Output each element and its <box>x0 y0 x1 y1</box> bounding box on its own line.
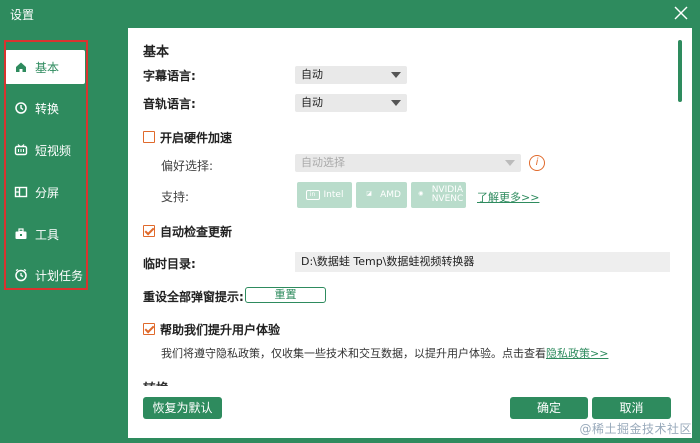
settings-panel: 基本 字幕语言: 自动 音轨语言: 自动 开启硬件加速 偏好选择: 自动选择 i… <box>128 28 692 438</box>
amd-logo-icon: ◪ <box>366 190 372 197</box>
improve-experience-checkbox[interactable] <box>143 323 155 335</box>
reset-button[interactable]: 重置 <box>245 287 326 303</box>
preference-select[interactable]: 自动选择 <box>295 154 521 172</box>
sidebar: 基本 转换 短视频 分屏 工具 计划任务 <box>0 28 128 443</box>
reset-popups-label: 重设全部弹窗提示: <box>143 290 244 304</box>
chevron-down-icon <box>391 100 401 106</box>
sidebar-item-label: 转换 <box>35 101 60 116</box>
privacy-note: 我们将遵守隐私政策，仅收集一些技术和交互数据，以提升用户体验。点击查看隐私政策>… <box>161 345 608 361</box>
sidebar-item-tools[interactable]: 工具 <box>5 217 85 251</box>
clock-icon <box>15 268 27 282</box>
watermark: @稀土掘金技术社区 <box>579 422 692 436</box>
temp-dir-label: 临时目录: <box>143 257 196 271</box>
scrollbar-thumb[interactable] <box>678 40 682 102</box>
restore-default-button[interactable]: 恢复为默认 <box>143 397 222 419</box>
sidebar-item-convert[interactable]: 转换 <box>5 91 85 125</box>
sidebar-item-label: 工具 <box>35 227 60 242</box>
sidebar-item-label: 分屏 <box>35 185 60 200</box>
preference-label: 偏好选择: <box>161 159 214 173</box>
subtitle-language-select[interactable]: 自动 <box>295 66 407 84</box>
sidebar-item-label: 基本 <box>35 60 60 75</box>
sidebar-item-split-screen[interactable]: 分屏 <box>5 175 85 209</box>
subtitle-language-label: 字幕语言: <box>143 69 196 83</box>
chevron-down-icon <box>505 160 515 166</box>
vendor-badge-amd: ◪ AMD <box>356 182 407 208</box>
chevron-down-icon <box>391 72 401 78</box>
learn-more-link[interactable]: 了解更多>> <box>477 189 539 205</box>
hardware-accel-label: 开启硬件加速 <box>160 131 233 145</box>
preference-value: 自动选择 <box>301 156 345 169</box>
audio-language-label: 音轨语言: <box>143 97 196 111</box>
hardware-accel-checkbox[interactable] <box>143 131 155 143</box>
short-video-icon <box>14 144 28 156</box>
improve-experience-label: 帮助我们提升用户体验 <box>160 323 281 337</box>
sidebar-item-short-video[interactable]: 短视频 <box>5 133 85 167</box>
privacy-policy-link[interactable]: 隐私政策>> <box>546 347 608 360</box>
section-heading-basic: 基本 <box>143 45 170 60</box>
intel-logo-icon: in <box>305 190 320 200</box>
privacy-note-text: 我们将遵守隐私政策，仅收集一些技术和交互数据，以提升用户体验。点击查看 <box>161 347 546 360</box>
sidebar-item-label: 计划任务 <box>35 268 84 283</box>
info-icon[interactable]: i <box>529 155 545 171</box>
support-label: 支持: <box>161 190 190 204</box>
subtitle-language-value: 自动 <box>301 68 323 81</box>
nvidia-logo-icon: ◉ <box>418 190 424 197</box>
home-icon <box>16 62 26 72</box>
ok-button[interactable]: 确定 <box>510 397 588 419</box>
convert-icon <box>15 102 27 114</box>
split-screen-icon <box>14 186 28 198</box>
sidebar-item-label: 短视频 <box>35 143 72 158</box>
close-icon[interactable] <box>672 4 690 22</box>
title-bar: 设置 <box>0 0 700 28</box>
vendor-badge-intel: in Intel <box>297 182 352 208</box>
sidebar-item-basic[interactable]: 基本 <box>5 50 85 84</box>
cancel-button[interactable]: 取消 <box>592 397 671 419</box>
auto-update-label: 自动检查更新 <box>160 225 233 239</box>
sidebar-item-scheduled-tasks[interactable]: 计划任务 <box>5 258 85 292</box>
audio-language-select[interactable]: 自动 <box>295 94 407 112</box>
section-heading-convert: 转换 <box>143 378 169 386</box>
window-title: 设置 <box>10 8 35 22</box>
temp-dir-field[interactable]: D:\数据蛙 Temp\数据蛙视频转换器 <box>295 252 670 272</box>
toolbox-icon <box>15 228 27 239</box>
auto-update-checkbox[interactable] <box>143 225 155 237</box>
vendor-badge-nvidia: ◉ NVIDIA NVENC <box>411 182 466 208</box>
audio-language-value: 自动 <box>301 96 323 109</box>
